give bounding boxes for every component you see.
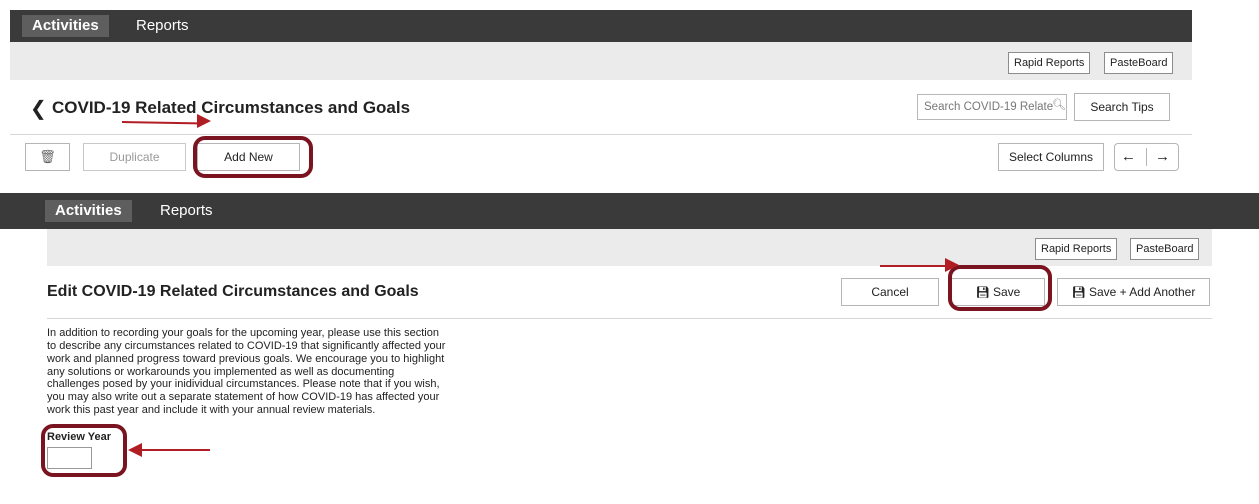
pager-group: ← → [1114, 143, 1179, 171]
back-chevron-icon[interactable]: ❮ [30, 96, 47, 121]
pasteboard-button[interactable]: PasteBoard [1104, 52, 1174, 74]
save-add-another-button[interactable]: 💾︎ Save + Add Another [1057, 278, 1210, 306]
top-nav-bar: Activities Reports [10, 10, 1192, 42]
save-label: Save [992, 285, 1021, 299]
rapid-reports-button[interactable]: Rapid Reports [1035, 238, 1118, 260]
edit-page-title: Edit COVID-19 Related Circumstances and … [47, 283, 419, 300]
add-new-button[interactable]: Add New [197, 143, 300, 171]
review-year-input[interactable] [47, 447, 92, 469]
duplicate-button[interactable]: Duplicate [83, 143, 186, 171]
arrow-left-icon[interactable]: ← [1121, 144, 1136, 170]
section-description: In addition to recording your goals for … [47, 327, 446, 417]
nav-tab-activities[interactable]: Activities [45, 200, 132, 222]
page-header: ❮ COVID-19 Related Circumstances and Goa… [10, 80, 1192, 135]
page-title: COVID-19 Related Circumstances and Goals [52, 98, 411, 117]
pager-divider [1146, 148, 1147, 166]
save-icon: 💾︎ [975, 287, 990, 299]
delete-button[interactable]: 🗑︎ [25, 143, 70, 171]
annotation-arrow-line [140, 449, 210, 451]
top-nav-bar-edit: Activities Reports [0, 193, 1259, 229]
search-input[interactable]: Search COVID-19 Relate [917, 94, 1067, 120]
search-tips-button[interactable]: Search Tips [1074, 93, 1170, 121]
utility-toolbar-edit: Rapid Reports PasteBoard [47, 229, 1212, 266]
annotation-arrow-head [197, 114, 211, 128]
nav-tab-reports[interactable]: Reports [136, 15, 189, 37]
annotation-arrow-head [945, 258, 959, 272]
save-plus-icon: 💾︎ [1071, 287, 1086, 299]
pasteboard-button[interactable]: PasteBoard [1130, 238, 1200, 260]
trash-icon: 🗑︎ [39, 149, 56, 164]
select-columns-button[interactable]: Select Columns [998, 143, 1104, 171]
nav-tab-reports[interactable]: Reports [160, 200, 213, 222]
review-year-label: Review Year [47, 431, 112, 443]
save-add-another-label: Save + Add Another [1088, 285, 1196, 299]
annotation-arrow-line [880, 265, 952, 267]
arrow-right-icon[interactable]: → [1155, 144, 1170, 170]
utility-toolbar: Rapid Reports PasteBoard [10, 42, 1192, 80]
nav-tab-activities[interactable]: Activities [22, 15, 109, 37]
search-icon: 🔍︎ [1052, 99, 1066, 111]
save-button[interactable]: 💾︎ Save [951, 278, 1045, 306]
cancel-button[interactable]: Cancel [841, 278, 939, 306]
rapid-reports-button[interactable]: Rapid Reports [1008, 52, 1091, 74]
